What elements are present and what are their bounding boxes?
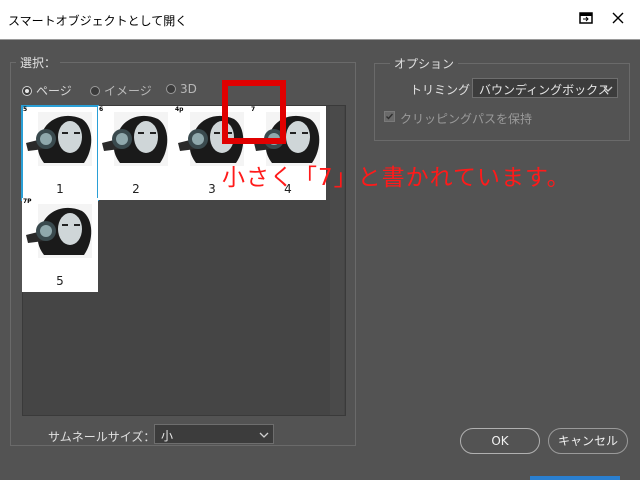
radio-page-dot: [22, 85, 32, 96]
ok-button[interactable]: OK: [460, 428, 540, 454]
cancel-button[interactable]: キャンセル: [548, 428, 628, 454]
page-thumbnail-2[interactable]: 6 2: [98, 106, 174, 200]
radio-image[interactable]: イメージ: [90, 82, 152, 99]
chevron-down-icon: [603, 83, 613, 97]
close-icon[interactable]: [604, 8, 632, 30]
chevron-down-icon: [259, 429, 269, 443]
options-group: [374, 63, 630, 141]
radio-3d-dot: [166, 84, 176, 94]
thumbnail-scrollbar[interactable]: [330, 106, 344, 415]
radio-page-label: ページ: [36, 84, 72, 98]
check-icon: [386, 113, 394, 120]
thumbnail-number: 5: [56, 274, 64, 288]
thumb-size-label: サムネールサイズ：: [48, 430, 156, 444]
thumb-size-value: 小: [161, 429, 174, 443]
page-thumbnail-5[interactable]: 7P 5: [22, 198, 98, 292]
thumbnail-number: 2: [132, 182, 140, 196]
portrait-image: [26, 112, 92, 166]
crop-value: バウンディングボックス: [479, 83, 610, 97]
select-group-legend: 選択：: [16, 54, 61, 71]
portrait-image: [26, 204, 92, 258]
keep-clip-path-checkbox[interactable]: [384, 111, 395, 122]
restore-icon[interactable]: [572, 8, 600, 30]
thumb-size-select[interactable]: 小: [154, 424, 274, 444]
keep-clip-path-label: クリッピングパスを保持: [400, 112, 533, 126]
annotation-text: 小さく「7」と書かれています。: [222, 165, 571, 191]
page-thumbnail-1[interactable]: 5 1: [21, 105, 99, 201]
dialog-title: スマートオブジェクトとして開く: [8, 14, 188, 28]
radio-image-label: イメージ: [104, 84, 152, 98]
dialog-title-bar: スマートオブジェクトとして開く: [0, 0, 640, 40]
annotation-highlight-box: [222, 80, 286, 144]
portrait-image: [102, 112, 168, 166]
thumbnail-number: 1: [56, 182, 64, 196]
taskbar-accent: [530, 476, 620, 480]
options-group-legend: オプション: [390, 55, 459, 72]
radio-page[interactable]: ページ: [22, 82, 72, 99]
radio-image-dot: [90, 85, 100, 96]
radio-3d-label: 3D: [180, 82, 197, 96]
radio-3d[interactable]: 3D: [166, 82, 197, 96]
crop-select[interactable]: バウンディングボックス: [472, 78, 618, 98]
